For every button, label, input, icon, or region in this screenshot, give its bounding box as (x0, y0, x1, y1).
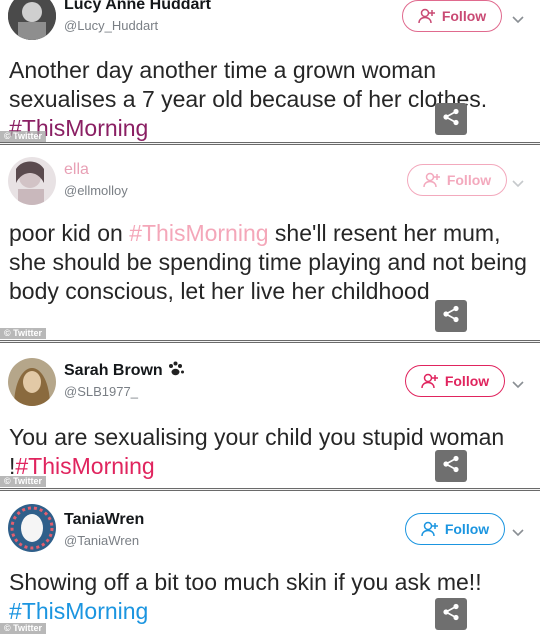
tweet-card-tania: TaniaWren @TaniaWren Follow Showing off … (0, 491, 540, 634)
follow-button[interactable]: Follow (405, 513, 505, 545)
chevron-down-icon[interactable] (511, 176, 525, 188)
follow-label: Follow (441, 8, 487, 24)
display-name[interactable]: ella (64, 161, 89, 179)
share-button[interactable] (435, 598, 467, 630)
tweet-text: poor kid on #ThisMorning she'll resent h… (9, 219, 529, 306)
chevron-down-icon[interactable] (511, 525, 525, 537)
avatar[interactable] (8, 0, 56, 40)
source-credit: © Twitter (0, 131, 46, 142)
follow-button[interactable]: Follow (405, 365, 505, 397)
hashtag-link[interactable]: #ThisMorning (9, 598, 148, 624)
display-name[interactable]: TaniaWren (64, 511, 144, 529)
tweet-card-sarah: Sarah Brown @SLB1977_ Follow You are sex… (0, 343, 540, 488)
user-handle[interactable]: @TaniaWren (64, 533, 139, 548)
user-handle[interactable]: @Lucy_Huddart (64, 18, 158, 33)
share-button[interactable] (435, 450, 467, 482)
follow-label: Follow (444, 373, 490, 389)
tweet-body-start: poor kid on (9, 220, 130, 246)
avatar[interactable] (8, 157, 56, 205)
source-credit: © Twitter (0, 623, 46, 634)
follow-label: Follow (444, 521, 490, 537)
share-button[interactable] (435, 300, 467, 332)
display-name[interactable]: Sarah Brown (64, 361, 185, 382)
hashtag-link[interactable]: #ThisMorning (129, 220, 268, 246)
share-icon (442, 305, 460, 328)
tweet-body: Showing off a bit too much skin if you a… (9, 569, 488, 595)
follow-button[interactable]: Follow (407, 164, 507, 196)
paw-icon (167, 361, 185, 382)
source-credit: © Twitter (0, 328, 46, 339)
display-name-text: Sarah Brown (64, 362, 163, 379)
chevron-down-icon[interactable] (511, 377, 525, 389)
chevron-down-icon[interactable] (511, 12, 525, 24)
follow-label: Follow (446, 172, 492, 188)
tweet-card-ella: ella @ellmolloy Follow poor kid on #This… (0, 145, 540, 340)
user-handle[interactable]: @SLB1977_ (64, 384, 138, 399)
share-icon (442, 603, 460, 626)
add-user-icon (418, 8, 436, 24)
add-user-icon (421, 373, 439, 389)
share-button[interactable] (435, 103, 467, 135)
avatar[interactable] (8, 504, 56, 552)
add-user-icon (423, 172, 441, 188)
add-user-icon (421, 521, 439, 537)
share-icon (442, 455, 460, 478)
tweet-card-lucy: Lucy Anne Huddart @Lucy_Huddart Follow A… (0, 0, 540, 142)
display-name[interactable]: Lucy Anne Huddart (64, 0, 211, 14)
share-icon (442, 108, 460, 131)
source-credit: © Twitter (0, 476, 46, 487)
tweet-feed: Lucy Anne Huddart @Lucy_Huddart Follow A… (0, 0, 540, 634)
tweet-body: Another day another time a grown woman s… (9, 57, 494, 112)
user-handle[interactable]: @ellmolloy (64, 183, 128, 198)
avatar[interactable] (8, 358, 56, 406)
follow-button[interactable]: Follow (402, 0, 502, 32)
